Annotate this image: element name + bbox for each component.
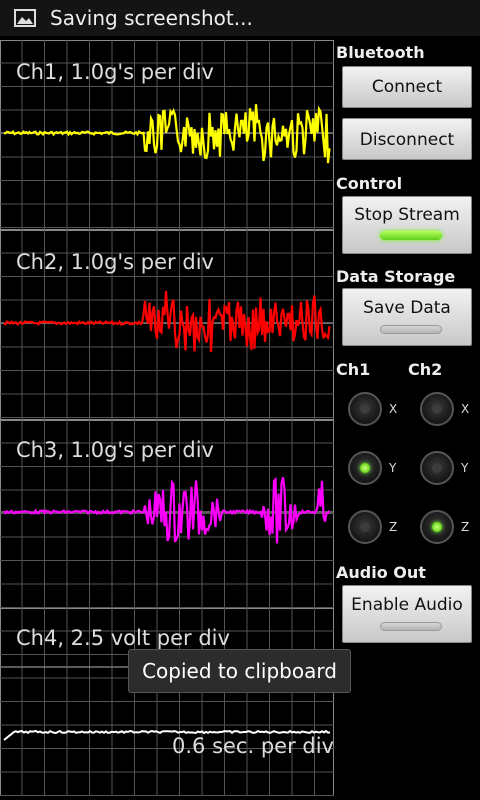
ch1-axis-y-radio[interactable] (348, 451, 382, 485)
control-section-title: Control (336, 174, 403, 193)
ch2-axis-x-label: X (461, 402, 470, 416)
save-data-button[interactable]: Save Data (342, 288, 472, 346)
toast-message: Copied to clipboard (128, 649, 351, 693)
channel-3-trace-panel: Ch3, 1.0g's per div (0, 420, 334, 608)
ch2-axis-z-label: Z (461, 520, 470, 534)
audio-out-section-title: Audio Out (336, 563, 426, 582)
data-storage-section-title: Data Storage (336, 267, 456, 286)
stop-stream-button-label: Stop Stream (354, 205, 460, 225)
channel-4-trace-panel: Ch4, 2.5 volt per div 0.6 sec. per div (0, 608, 334, 796)
ch2-axis-title: Ch2 (408, 360, 443, 379)
ch2-axis-y-radio[interactable] (420, 451, 454, 485)
channel-4-label: Ch4, 2.5 volt per div (16, 626, 230, 650)
enable-audio-button-label: Enable Audio (351, 595, 463, 615)
control-panel: Bluetooth Connect Disconnect Control Sto… (336, 40, 480, 800)
channel-1-label: Ch1, 1.0g's per div (16, 60, 214, 84)
channel-1-trace-panel: Ch1, 1.0g's per div (0, 40, 334, 230)
radio-dot (432, 463, 442, 473)
ch1-axis-z-label: Z (389, 520, 398, 534)
audio-indicator (380, 622, 442, 631)
disconnect-button-label: Disconnect (359, 130, 455, 150)
ch1-axis-x-radio[interactable] (348, 392, 382, 426)
ch2-axis-z-radio[interactable] (420, 510, 454, 544)
connect-button[interactable]: Connect (342, 66, 472, 108)
status-bar: Saving screenshot... (0, 0, 480, 36)
timebase-label: 0.6 sec. per div (172, 734, 334, 758)
radio-dot (432, 404, 442, 414)
channel-2-trace-panel: Ch2, 1.0g's per div (0, 230, 334, 420)
channel-3-label: Ch3, 1.0g's per div (16, 438, 214, 462)
radio-dot (360, 404, 370, 414)
connect-button-label: Connect (371, 77, 443, 97)
channel-2-label: Ch2, 1.0g's per div (16, 250, 214, 274)
ch2-axis-x-radio[interactable] (420, 392, 454, 426)
ch2-axis-y-label: Y (461, 461, 469, 475)
status-bar-text: Saving screenshot... (50, 6, 253, 30)
ch1-axis-title: Ch1 (336, 360, 371, 379)
ch1-axis-z-radio[interactable] (348, 510, 382, 544)
radio-dot (360, 463, 370, 473)
stream-indicator (380, 231, 442, 240)
radio-dot (432, 522, 442, 532)
bluetooth-section-title: Bluetooth (336, 43, 425, 62)
radio-dot (360, 522, 370, 532)
stop-stream-button[interactable]: Stop Stream (342, 196, 472, 254)
ch1-axis-x-label: X (389, 402, 398, 416)
disconnect-button[interactable]: Disconnect (342, 118, 472, 160)
ch1-axis-y-label: Y (389, 461, 397, 475)
save-indicator (380, 325, 442, 334)
enable-audio-button[interactable]: Enable Audio (342, 585, 472, 643)
save-data-button-label: Save Data (363, 298, 451, 318)
image-icon (14, 9, 36, 27)
